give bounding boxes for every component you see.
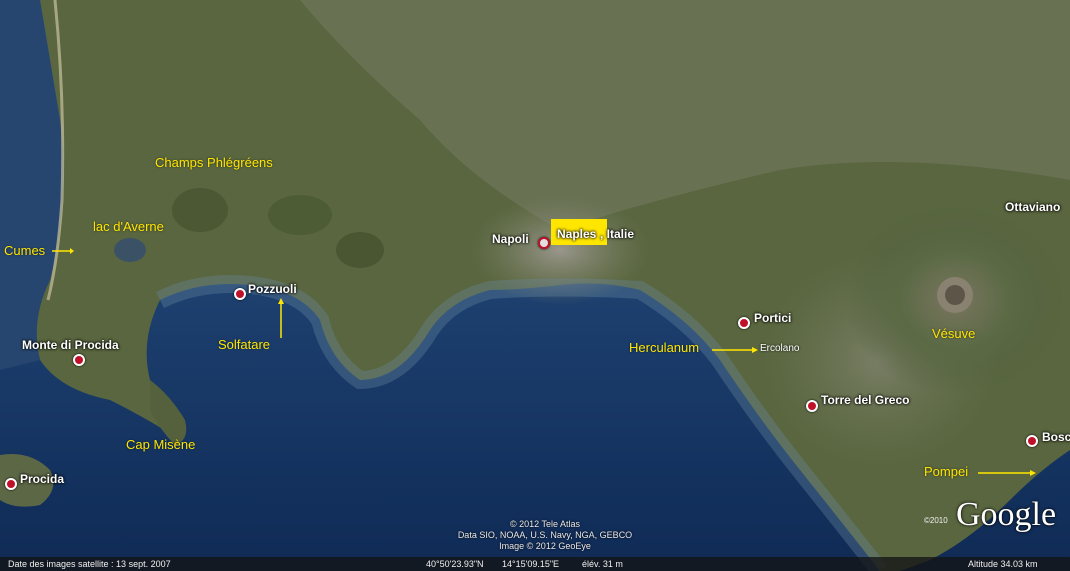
elevation-readout: élév. 31 m (582, 559, 623, 569)
place-marker-torre-del-greco[interactable] (806, 400, 818, 412)
place-marker-napoli[interactable] (538, 237, 550, 249)
status-bar: Date des images satellite : 13 sept. 200… (0, 557, 1070, 571)
latitude-readout: 40°50'23.93"N (426, 559, 484, 569)
logo-year: ©2010 (924, 516, 948, 525)
label-ottaviano[interactable]: Ottaviano (1005, 201, 1060, 213)
longitude-readout: 14°15'09.15"E (502, 559, 560, 569)
imagery-date: Date des images satellite : 13 sept. 200… (8, 559, 171, 569)
label-monte-di-procida[interactable]: Monte di Procida (22, 339, 119, 351)
label-portici[interactable]: Portici (754, 312, 791, 324)
label-torre-del-greco[interactable]: Torre del Greco (821, 394, 909, 406)
arrow-pompei (978, 470, 1036, 476)
attribution-line-2: Data SIO, NOAA, U.S. Navy, NGA, GEBCO (457, 530, 633, 540)
satellite-map[interactable]: Champs Phlégréens lac d'Averne Cumes Sol… (0, 0, 1070, 571)
terrain-imagery (0, 0, 1070, 571)
place-marker-monte-procida[interactable] (73, 354, 85, 366)
label-lac-averne: lac d'Averne (93, 219, 164, 234)
label-ercolano[interactable]: Ercolano (760, 344, 799, 354)
label-cap-misene: Cap Misène (126, 437, 196, 452)
place-marker-portici[interactable] (738, 317, 750, 329)
google-logo: Google (956, 496, 1057, 533)
arrow-cumes (52, 248, 74, 254)
attribution-line-1: © 2012 Tele Atlas (509, 519, 580, 529)
place-marker-procida[interactable] (5, 478, 17, 490)
arrow-solfatare (278, 298, 284, 338)
label-vesuve: Vésuve (932, 326, 976, 341)
label-naples[interactable]: Naples (557, 228, 596, 240)
label-herculanum: Herculanum (629, 340, 700, 355)
label-italie: , Italie (600, 227, 635, 241)
arrow-herculanum (712, 347, 758, 353)
label-pozzuoli[interactable]: Pozzuoli (248, 283, 297, 295)
place-marker-bosco[interactable] (1026, 435, 1038, 447)
label-pompei: Pompei (924, 464, 969, 479)
label-champs-phlegreens: Champs Phlégréens (155, 155, 273, 170)
map-attribution: © 2012 Tele Atlas Data SIO, NOAA, U.S. N… (405, 519, 685, 552)
label-bosco[interactable]: Bosc (1042, 431, 1070, 443)
label-procida[interactable]: Procida (20, 473, 64, 485)
label-cumes: Cumes (4, 243, 46, 258)
label-napoli[interactable]: Napoli (492, 233, 529, 245)
label-solfatare: Solfatare (218, 337, 271, 352)
place-marker-pozzuoli[interactable] (234, 288, 246, 300)
altitude-readout: Altitude 34.03 km (968, 559, 1038, 569)
attribution-line-3: Image © 2012 GeoEye (499, 541, 591, 551)
